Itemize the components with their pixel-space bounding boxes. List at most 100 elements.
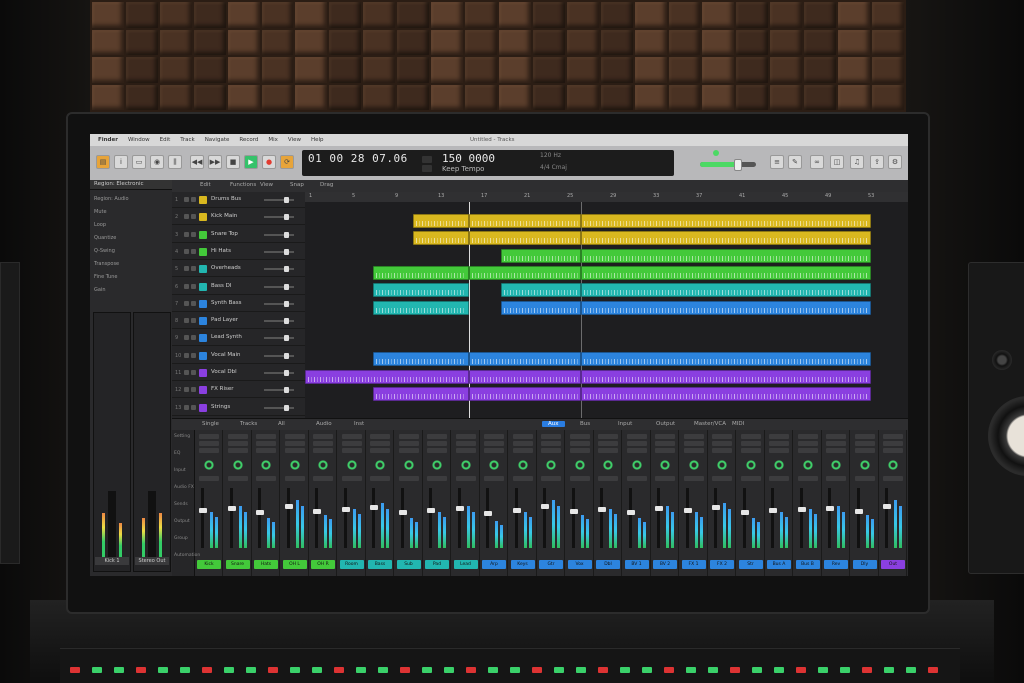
volume-fader[interactable] bbox=[315, 488, 318, 548]
plugin-slot[interactable] bbox=[797, 434, 818, 439]
plugin-slot[interactable] bbox=[484, 441, 504, 446]
tempo-value[interactable]: 150 0000 bbox=[442, 152, 495, 165]
plugin-slot[interactable] bbox=[484, 448, 504, 453]
plugin-slot[interactable] bbox=[626, 441, 647, 446]
channel-name-label[interactable]: Dly bbox=[852, 560, 877, 569]
plugin-slot[interactable] bbox=[826, 448, 846, 453]
channel-name-label[interactable]: Snare bbox=[225, 560, 250, 569]
plugin-slot[interactable] bbox=[598, 448, 618, 453]
pan-knob[interactable] bbox=[460, 460, 471, 470]
volume-fader[interactable] bbox=[628, 488, 632, 548]
mixer-tab[interactable]: Bus bbox=[580, 421, 590, 427]
track-name[interactable]: Kick Main bbox=[211, 213, 237, 219]
solo-button[interactable] bbox=[191, 387, 196, 393]
mixer-tab[interactable]: Aux bbox=[542, 421, 565, 427]
inspector-row[interactable]: Fine Tune bbox=[94, 274, 117, 280]
channel-name-label[interactable]: Out bbox=[881, 560, 905, 569]
solo-button[interactable] bbox=[191, 248, 196, 254]
plugin-slot[interactable] bbox=[370, 441, 390, 446]
volume-fader[interactable] bbox=[885, 488, 888, 548]
inspector-row[interactable]: Transpose bbox=[94, 261, 119, 267]
plugin-slot[interactable] bbox=[512, 441, 533, 446]
audio-region[interactable] bbox=[581, 214, 871, 228]
pan-knob[interactable] bbox=[432, 460, 442, 470]
channel-name-label[interactable]: Gtr bbox=[539, 560, 563, 569]
channel-name-label[interactable]: OH L bbox=[282, 560, 307, 569]
plugin-slot[interactable] bbox=[227, 434, 248, 439]
inspector-row[interactable]: Region: Audio bbox=[94, 196, 129, 202]
track-name[interactable]: Pad Layer bbox=[211, 317, 238, 323]
send-slot[interactable] bbox=[455, 476, 476, 481]
media-button[interactable]: ♫ bbox=[850, 155, 864, 169]
plugin-slot[interactable] bbox=[683, 448, 704, 453]
inspector-button[interactable]: i bbox=[114, 155, 128, 169]
plugin-slot[interactable] bbox=[398, 441, 419, 446]
track-volume-slider[interactable] bbox=[264, 404, 294, 411]
plugin-slot[interactable] bbox=[256, 441, 276, 446]
track-name[interactable]: Lead Synth bbox=[211, 334, 242, 340]
mute-button[interactable] bbox=[184, 283, 189, 289]
mute-button[interactable] bbox=[184, 404, 189, 410]
track-volume-slider[interactable] bbox=[264, 387, 294, 394]
mute-button[interactable] bbox=[184, 248, 189, 254]
cycle-button[interactable]: ⟳ bbox=[280, 155, 294, 169]
record-button[interactable]: ● bbox=[262, 155, 276, 169]
menu-item[interactable]: Window bbox=[128, 137, 150, 143]
channel-name-label[interactable]: Lead bbox=[453, 560, 478, 569]
fader-cap[interactable] bbox=[398, 510, 407, 515]
solo-button[interactable] bbox=[191, 352, 196, 358]
fader-cap[interactable] bbox=[427, 508, 435, 513]
track-header[interactable]: 4 Hi Hats bbox=[172, 244, 305, 260]
mute-button[interactable] bbox=[184, 335, 189, 341]
plugin-slot[interactable] bbox=[541, 434, 561, 439]
inspector-row[interactable]: Mute bbox=[94, 209, 107, 215]
plugin-slot[interactable] bbox=[569, 448, 590, 453]
audio-region[interactable] bbox=[373, 300, 469, 315]
plugin-slot[interactable] bbox=[740, 434, 761, 439]
pan-knob[interactable] bbox=[289, 460, 300, 470]
track-header[interactable]: 3 Snare Top bbox=[172, 227, 305, 243]
volume-fader[interactable] bbox=[714, 488, 717, 548]
plugin-slot[interactable] bbox=[199, 434, 219, 439]
send-slot[interactable] bbox=[712, 476, 732, 481]
volume-fader[interactable] bbox=[543, 488, 546, 548]
fader-cap[interactable] bbox=[626, 510, 635, 515]
audio-region[interactable] bbox=[469, 369, 581, 384]
solo-button[interactable] bbox=[191, 318, 196, 324]
fader-cap[interactable] bbox=[683, 508, 692, 513]
pan-knob[interactable] bbox=[574, 460, 585, 470]
send-slot[interactable] bbox=[740, 476, 761, 481]
inspector-header[interactable]: Region: Electronic bbox=[90, 180, 172, 190]
pan-knob[interactable] bbox=[774, 460, 784, 470]
fader-cap[interactable] bbox=[769, 508, 777, 513]
track-name[interactable]: Vocal Main bbox=[211, 352, 241, 358]
menu-item[interactable]: Record bbox=[239, 137, 258, 143]
channel-name-label[interactable]: Arp bbox=[482, 560, 506, 569]
plugin-slot[interactable] bbox=[769, 434, 789, 439]
plugin-slot[interactable] bbox=[655, 434, 675, 439]
track-header[interactable]: 8 Pad Layer bbox=[172, 313, 305, 330]
track-name[interactable]: Overheads bbox=[211, 265, 241, 271]
fader-cap[interactable] bbox=[712, 505, 720, 510]
plugin-slot[interactable] bbox=[199, 441, 219, 446]
plugin-slot[interactable] bbox=[341, 434, 362, 439]
send-slot[interactable] bbox=[854, 476, 875, 481]
inspector-row[interactable]: Loop bbox=[94, 222, 106, 228]
solo-button[interactable] bbox=[191, 231, 196, 237]
fader-cap[interactable] bbox=[256, 510, 264, 515]
plugin-slot[interactable] bbox=[626, 434, 647, 439]
menu-item[interactable]: View bbox=[288, 137, 301, 143]
send-slot[interactable] bbox=[655, 476, 675, 481]
solo-button[interactable] bbox=[191, 300, 196, 306]
plugin-slot[interactable] bbox=[227, 441, 248, 446]
plugin-slot[interactable] bbox=[683, 434, 704, 439]
audio-region[interactable] bbox=[581, 369, 871, 384]
track-header[interactable]: 2 Kick Main bbox=[172, 209, 305, 226]
pan-knob[interactable] bbox=[745, 460, 756, 470]
channel-name-label[interactable]: Vox bbox=[567, 560, 592, 569]
send-slot[interactable] bbox=[313, 476, 333, 481]
menu-item[interactable]: Navigate bbox=[205, 137, 230, 143]
track-volume-slider[interactable] bbox=[264, 335, 294, 342]
plugin-slot[interactable] bbox=[883, 441, 903, 446]
volume-fader[interactable] bbox=[400, 488, 404, 548]
